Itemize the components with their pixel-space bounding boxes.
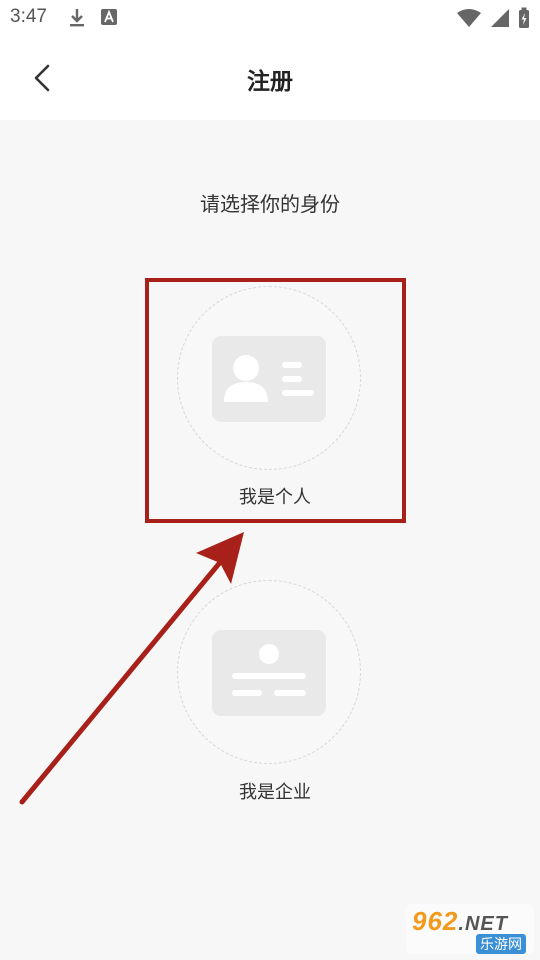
- battery-charging-icon: [519, 7, 529, 28]
- watermark-suffix: .NET: [458, 913, 508, 935]
- wifi-icon: [457, 9, 481, 27]
- identity-prompt: 请选择你的身份: [200, 192, 340, 216]
- enterprise-option-circle: [177, 580, 361, 764]
- page-title: 注册: [247, 69, 293, 95]
- highlight-box: [145, 278, 406, 523]
- site-watermark: 962.NET 乐游网: [406, 904, 534, 954]
- download-icon: [70, 9, 84, 27]
- status-time: 3:47: [10, 6, 47, 27]
- watermark-subtitle: 乐游网: [476, 934, 526, 954]
- app-header: 注册: [0, 36, 540, 120]
- enterprise-option-label: 我是企业: [239, 782, 311, 803]
- business-card-icon: [212, 630, 326, 716]
- watermark-number: 962: [412, 906, 459, 936]
- font-a-icon: [101, 9, 117, 25]
- status-bar: 3:47: [0, 0, 540, 36]
- signal-icon: [491, 9, 509, 27]
- enterprise-identity-option[interactable]: 我是企业: [145, 580, 405, 812]
